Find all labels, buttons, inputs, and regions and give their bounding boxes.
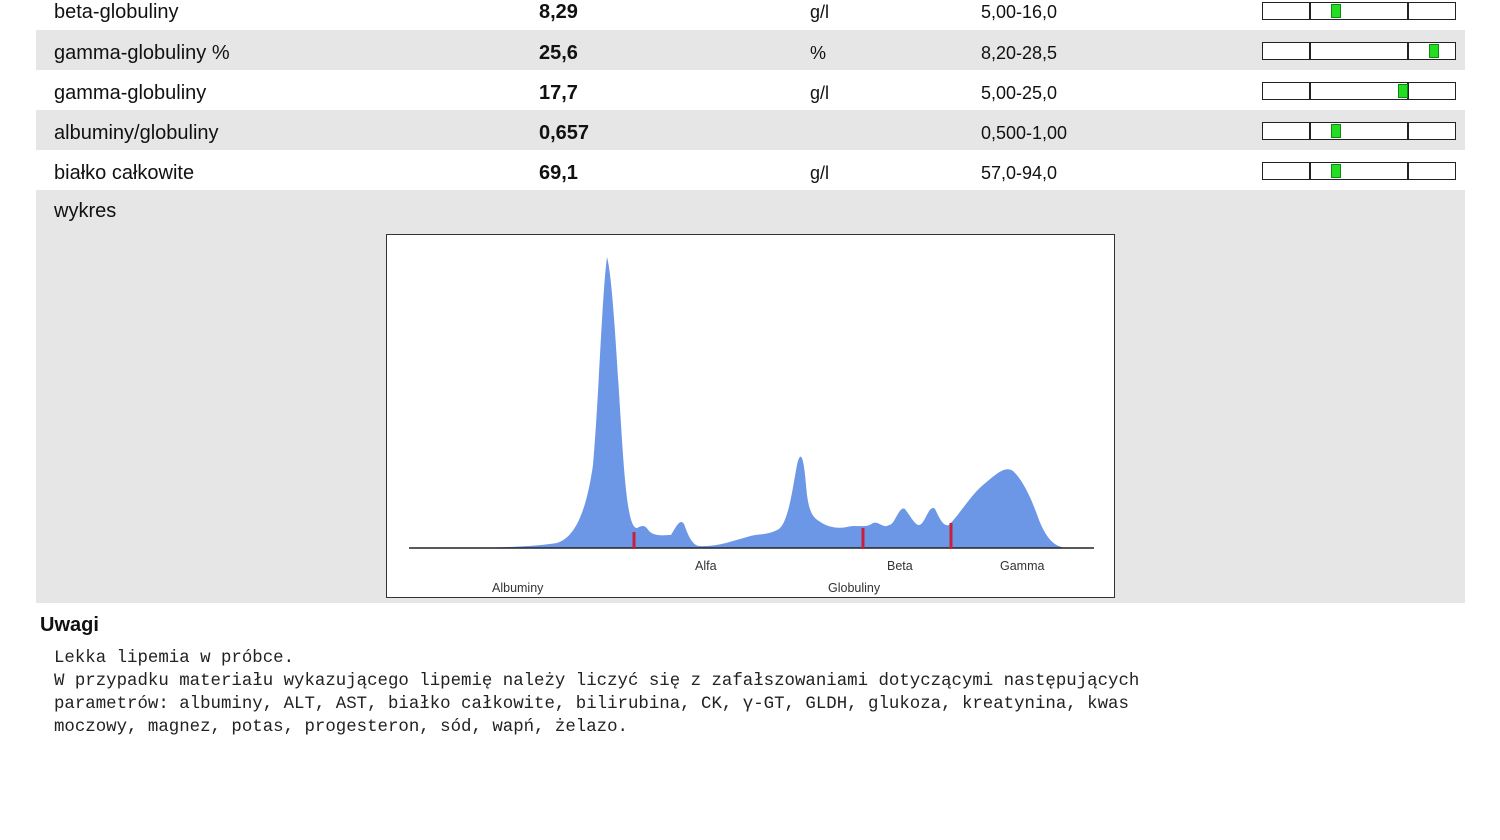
value-marker	[1429, 44, 1439, 58]
value-marker	[1398, 84, 1408, 98]
range-indicator	[1262, 122, 1456, 140]
range-low-tick	[1309, 83, 1311, 99]
remarks-line: moczowy, magnez, potas, progesteron, sód…	[54, 718, 628, 737]
range-low-tick	[1309, 163, 1311, 179]
reference-range: 5,00-25,0	[981, 83, 1058, 103]
label-albuminy: Albuminy	[492, 581, 544, 595]
range-indicator	[1262, 82, 1456, 100]
parameter-name: białko całkowite	[54, 162, 195, 184]
electrophoresis-section: wykres Alfa Beta Gamma Albuminy Globulin…	[36, 190, 1465, 603]
result-row: beta-globuliny 8,29 g/l 5,00-16,0	[36, 0, 1465, 30]
electrophoresis-chart: Alfa Beta Gamma Albuminy Globuliny	[386, 234, 1115, 598]
reference-range: 57,0-94,0	[981, 163, 1058, 183]
value-marker	[1331, 124, 1341, 138]
range-high-tick	[1407, 3, 1409, 19]
parameter-value: 69,1	[539, 162, 578, 184]
label-globuliny: Globuliny	[828, 581, 881, 595]
parameter-name: gamma-globuliny	[54, 82, 207, 104]
range-indicator	[1262, 2, 1456, 20]
chart-title: wykres	[54, 200, 117, 222]
reference-range: 5,00-16,0	[981, 2, 1058, 22]
result-row: białko całkowite 69,1 g/l 57,0-94,0	[36, 150, 1465, 190]
label-beta: Beta	[887, 559, 913, 573]
label-gamma: Gamma	[1000, 559, 1045, 573]
remarks-line: parametrów: albuminy, ALT, AST, białko c…	[54, 695, 1129, 714]
range-high-tick	[1407, 123, 1409, 139]
label-alfa: Alfa	[695, 559, 717, 573]
parameter-unit: %	[810, 43, 827, 63]
electrophoresis-svg: Alfa Beta Gamma Albuminy Globuliny	[409, 257, 1094, 595]
range-low-tick	[1309, 123, 1311, 139]
protein-curve	[409, 257, 1094, 548]
range-indicator	[1262, 162, 1456, 180]
remarks-line: W przypadku materiału wykazującego lipem…	[54, 672, 1140, 691]
reference-range: 0,500-1,00	[981, 123, 1068, 143]
range-low-tick	[1309, 3, 1311, 19]
range-high-tick	[1407, 43, 1409, 59]
parameter-name: beta-globuliny	[54, 1, 179, 23]
range-high-tick	[1407, 163, 1409, 179]
parameter-value: 25,6	[539, 42, 578, 64]
remarks-line: Lekka lipemia w próbce.	[54, 649, 295, 668]
results-table: beta-globuliny 8,29 g/l 5,00-16,0 gamma-…	[36, 0, 1465, 190]
range-low-tick	[1309, 43, 1311, 59]
result-row: albuminy/globuliny 0,657 0,500-1,00	[36, 110, 1465, 150]
parameter-unit: g/l	[810, 163, 830, 183]
value-marker	[1331, 164, 1341, 178]
remarks-title: Uwagi	[40, 614, 99, 636]
parameter-name: gamma-globuliny %	[54, 42, 230, 64]
result-row: gamma-globuliny % 25,6 % 8,20-28,5	[36, 30, 1465, 70]
parameter-value: 8,29	[539, 1, 578, 23]
parameter-value: 17,7	[539, 82, 578, 104]
parameter-unit: g/l	[810, 83, 830, 103]
range-indicator	[1262, 42, 1456, 60]
parameter-unit: g/l	[810, 2, 830, 22]
parameter-value: 0,657	[539, 122, 590, 144]
remarks-text: Lekka lipemia w próbce. W przypadku mate…	[54, 647, 1139, 739]
value-marker	[1331, 4, 1341, 18]
result-row: gamma-globuliny 17,7 g/l 5,00-25,0	[36, 70, 1465, 110]
reference-range: 8,20-28,5	[981, 43, 1058, 63]
parameter-name: albuminy/globuliny	[54, 122, 219, 144]
